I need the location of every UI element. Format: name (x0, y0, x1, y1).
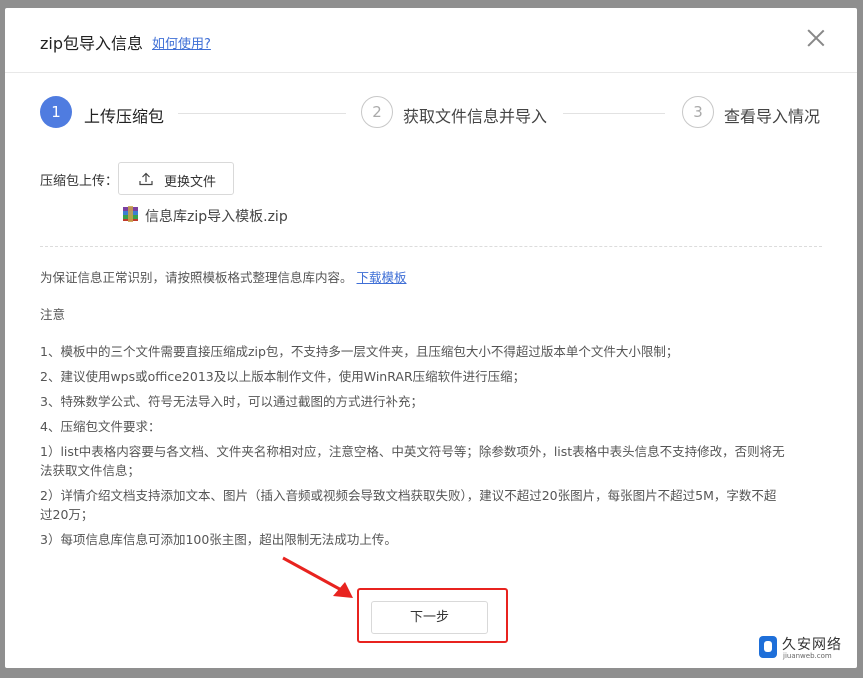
note-line: 1）list中表格内容要与各文档、文件夹名称相对应，注意空格、中英文符号等；除参… (40, 444, 785, 459)
how-to-use-link[interactable]: 如何使用? (152, 33, 211, 52)
winrar-archive-icon (123, 206, 138, 222)
note-line: 1、模板中的三个文件需要直接压缩成zip包，不支持多一层文件夹，且压缩包大小不得… (40, 344, 679, 359)
watermark: 久安网络 jiuanweb.com (755, 632, 855, 662)
step-3-label: 查看导入情况 (724, 107, 821, 126)
note-line: 过20万； (40, 507, 94, 522)
upload-label: 压缩包上传： (40, 174, 119, 189)
watermark-url: jiuanweb.com (783, 652, 832, 660)
change-file-button[interactable]: 更换文件 (118, 162, 234, 195)
close-icon[interactable] (805, 28, 827, 50)
watermark-logo-icon (759, 636, 777, 658)
step-1-indicator: 1 (40, 96, 72, 128)
note-line: 2、建议使用wps或office2013及以上版本制作文件，使用WinRAR压缩… (40, 369, 526, 384)
red-arrow-annotation (282, 556, 353, 598)
watermark-name: 久安网络 (782, 637, 842, 653)
step-2-indicator: 2 (361, 96, 393, 128)
step-connector (178, 113, 346, 114)
divider (40, 246, 822, 247)
change-file-label: 更换文件 (164, 175, 217, 190)
note-line: 3、特殊数学公式、符号无法导入时，可以通过截图的方式进行补充； (40, 394, 423, 409)
note-line: 4、压缩包文件要求： (40, 419, 161, 434)
highlight-annotation-box (357, 588, 508, 643)
step-2-label: 获取文件信息并导入 (403, 107, 548, 126)
step-1-label: 上传压缩包 (84, 107, 165, 126)
uploaded-file-name: 信息库zip导入模板.zip (145, 209, 288, 225)
intro-text: 为保证信息正常识别，请按照模板格式整理信息库内容。 (40, 270, 353, 285)
step-connector (563, 113, 665, 114)
zip-import-dialog: zip包导入信息 如何使用? 1 上传压缩包 2 获取文件信息并导入 3 查看导… (5, 8, 857, 668)
dialog-header: zip包导入信息 如何使用? (5, 8, 857, 73)
instructions-intro: 为保证信息正常识别，请按照模板格式整理信息库内容。 下载模板 (40, 267, 407, 286)
note-line: 3）每项信息库信息可添加100张主图，超出限制无法成功上传。 (40, 532, 397, 547)
download-template-link[interactable]: 下载模板 (357, 270, 407, 285)
note-line: 法获取文件信息； (40, 463, 141, 478)
upload-icon (139, 172, 153, 186)
step-3-indicator: 3 (682, 96, 714, 128)
note-line: 2）详情介绍文档支持添加文本、图片（插入音频或视频会导致文档获取失败），建议不超… (40, 488, 777, 503)
dialog-title: zip包导入信息 (40, 34, 144, 53)
note-title: 注意 (40, 307, 66, 322)
